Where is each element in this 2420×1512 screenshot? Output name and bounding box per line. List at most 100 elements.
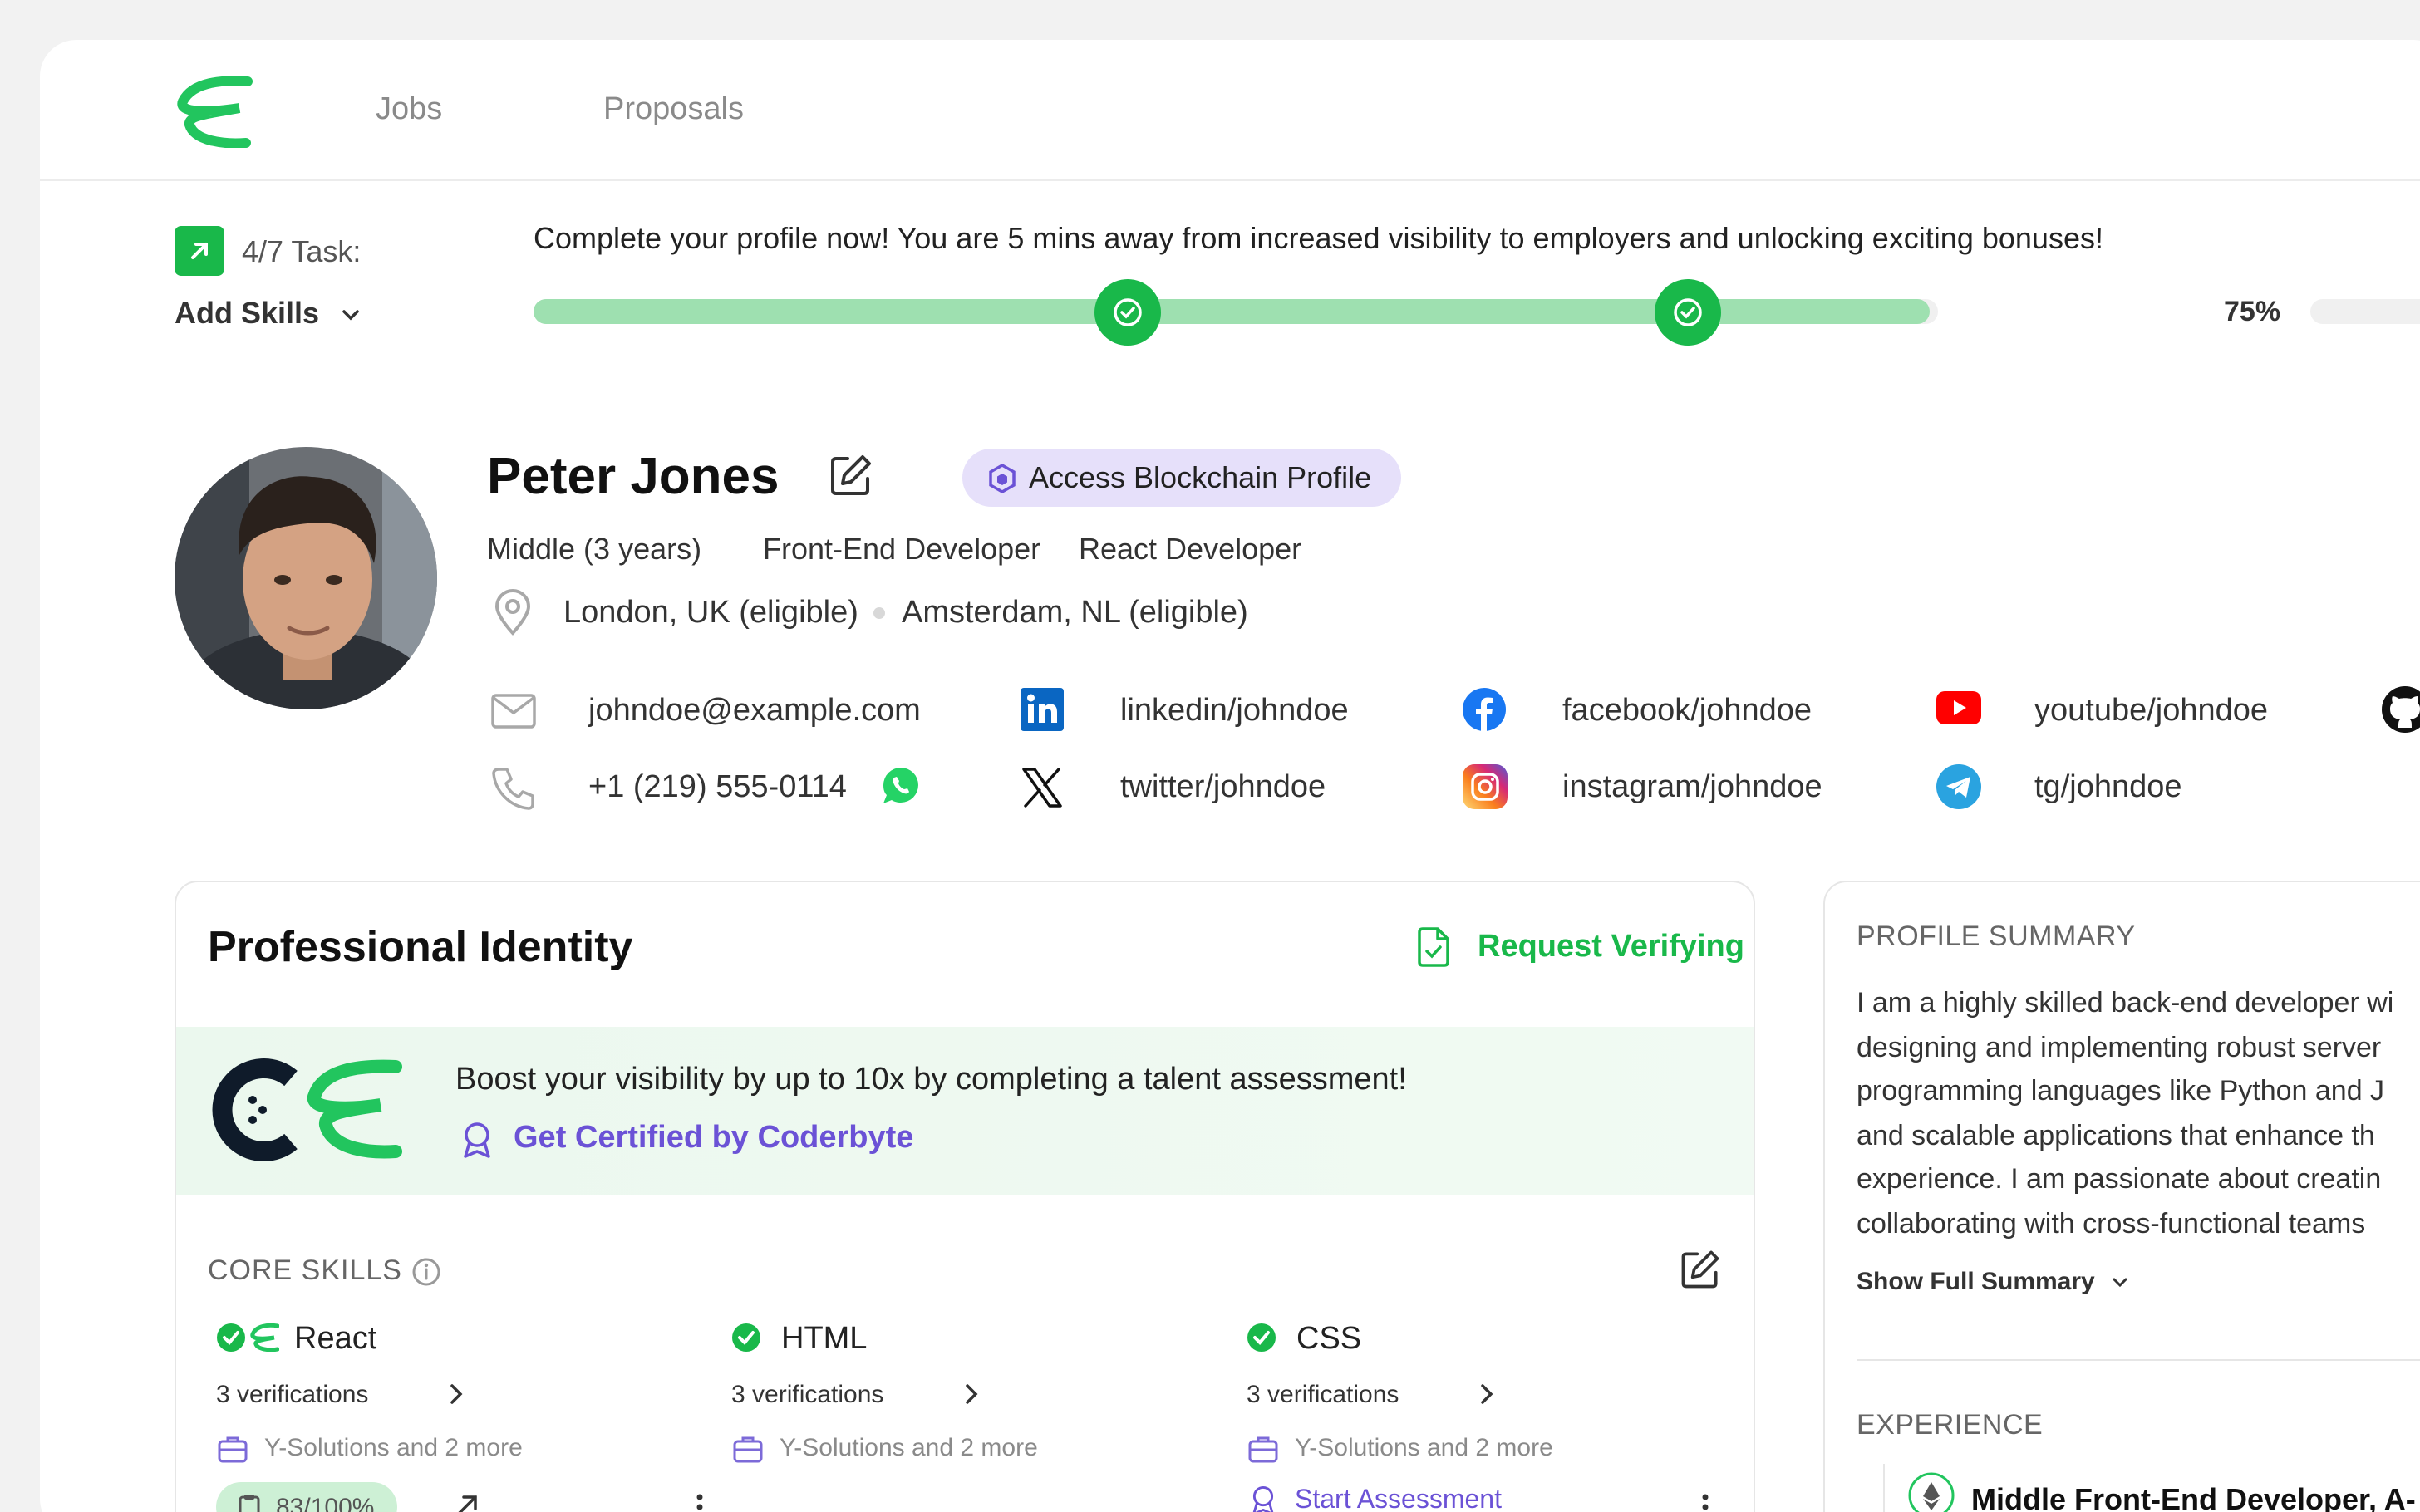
skill-verifications-link[interactable]: 3 verifications — [1247, 1381, 1399, 1409]
avatar[interactable] — [175, 447, 437, 709]
progress-percent: 75% — [2224, 296, 2281, 327]
telegram-icon[interactable] — [1936, 764, 1981, 809]
verified-check-icon — [1247, 1323, 1276, 1352]
briefcase-icon — [218, 1436, 248, 1463]
summary-text-line: designing and implementing robust server — [1857, 1032, 2382, 1063]
skill-companies: Y-Solutions and 2 more — [780, 1434, 1038, 1461]
chevron-right-icon — [966, 1384, 978, 1404]
clipboard-icon — [239, 1495, 260, 1512]
twitter-link[interactable]: twitter/johndoe — [1120, 769, 1326, 805]
email-link[interactable]: johndoe@example.com — [588, 693, 921, 729]
experience-label: EXPERIENCE — [1857, 1409, 2044, 1441]
top-navbar: Jobs Proposals — [40, 40, 2420, 181]
profile-name: Peter Jones — [487, 448, 780, 505]
profile-summary-label: PROFILE SUMMARY — [1857, 920, 2136, 952]
profile-summary-card: PROFILE SUMMARY I am a highly skilled ba… — [1823, 881, 2420, 1512]
phone-icon — [492, 768, 534, 810]
linkedin-icon[interactable] — [1021, 688, 1064, 731]
skill-companies: Y-Solutions and 2 more — [1295, 1434, 1553, 1461]
card-title: Professional Identity — [208, 923, 633, 971]
location-pin-icon — [494, 589, 531, 636]
timeline-line — [1883, 1464, 1885, 1512]
skill-name: HTML — [781, 1321, 868, 1356]
separator-dot — [873, 607, 885, 619]
skill-verifications-link[interactable]: 3 verifications — [731, 1381, 883, 1409]
task-arrow-icon[interactable] — [175, 226, 224, 276]
skill-verifications-link[interactable]: 3 verifications — [216, 1381, 368, 1409]
facebook-icon[interactable] — [1463, 688, 1506, 731]
core-skills-label: CORE SKILLS — [208, 1254, 402, 1286]
location-item: Amsterdam, NL (eligible) — [902, 595, 1248, 630]
email-icon — [491, 694, 536, 729]
more-options-icon[interactable] — [1697, 1489, 1714, 1512]
skill-companies: Y-Solutions and 2 more — [264, 1434, 523, 1461]
chevron-right-icon — [450, 1384, 463, 1404]
experience-level: Middle (3 years) — [487, 532, 702, 566]
role-tag: React Developer — [1079, 532, 1302, 566]
chevron-right-icon — [1481, 1384, 1493, 1404]
instagram-icon[interactable] — [1463, 764, 1508, 809]
summary-text-line: I am a highly skilled back-end developer… — [1857, 987, 2394, 1019]
phone-link[interactable]: +1 (219) 555-0114 — [588, 769, 847, 805]
divider — [1857, 1359, 2420, 1361]
instagram-link[interactable]: instagram/johndoe — [1562, 769, 1822, 805]
summary-text-line: and scalable applications that enhance t… — [1857, 1120, 2375, 1151]
role-tag: Front-End Developer — [763, 532, 1041, 566]
verified-check-icon — [732, 1323, 760, 1352]
start-assessment-link[interactable]: Start Assessment — [1295, 1484, 1502, 1512]
show-full-summary-button[interactable]: Show Full Summary — [1857, 1268, 2130, 1296]
ethereum-company-icon — [1908, 1472, 1955, 1512]
professional-identity-card: Professional Identity Request Verifying … — [175, 881, 1755, 1512]
assessment-score: 83/100% — [276, 1494, 375, 1512]
skill-name: React — [294, 1321, 377, 1356]
whatsapp-icon[interactable] — [879, 764, 922, 808]
linkedin-link[interactable]: linkedin/johndoe — [1120, 693, 1349, 729]
x-twitter-icon[interactable] — [1021, 766, 1064, 809]
github-icon[interactable] — [2380, 685, 2420, 734]
milestone-check-icon — [1094, 279, 1161, 346]
assessment-score-badge: 83/100% — [216, 1482, 397, 1512]
coderbyte-logo-icon — [212, 1058, 402, 1161]
summary-text-line: collaborating with cross-functional team… — [1857, 1208, 2366, 1240]
assessment-message: Boost your visibility by up to 10x by co… — [455, 1062, 1407, 1097]
task-dropdown[interactable]: Add Skills — [175, 296, 362, 331]
summary-text-line: programming languages like Python and J — [1857, 1075, 2385, 1107]
award-icon — [464, 1122, 490, 1158]
brand-logo-icon[interactable] — [173, 76, 253, 148]
youtube-link[interactable]: youtube/johndoe — [2034, 693, 2268, 729]
edit-profile-icon[interactable] — [826, 450, 876, 500]
task-counter: 4/7 Task: — [242, 234, 362, 268]
summary-text-line: experience. I am passionate about creati… — [1857, 1163, 2382, 1195]
blockchain-icon — [989, 463, 1016, 494]
blockchain-profile-label: Access Blockchain Profile — [1029, 460, 1372, 494]
external-link-icon[interactable] — [450, 1489, 484, 1512]
progress-message: Complete your profile now! You are 5 min… — [534, 221, 2103, 255]
youtube-icon[interactable] — [1936, 691, 1981, 724]
get-certified-link[interactable]: Get Certified by Coderbyte — [514, 1120, 913, 1156]
nav-proposals-link[interactable]: Proposals — [603, 91, 744, 127]
app-window: Jobs Proposals 4/7 Task: Add Skills Comp… — [40, 40, 2420, 1512]
award-icon — [1252, 1486, 1274, 1512]
file-check-icon — [1418, 927, 1449, 967]
blockchain-profile-button[interactable]: Access Blockchain Profile — [962, 449, 1401, 507]
telegram-link[interactable]: tg/johndoe — [2034, 769, 2182, 805]
task-current-label: Add Skills — [175, 296, 320, 330]
brand-logo-icon — [250, 1323, 279, 1352]
more-options-icon[interactable] — [691, 1489, 708, 1512]
verified-check-icon — [217, 1323, 245, 1352]
briefcase-icon — [733, 1436, 763, 1463]
briefcase-icon — [1248, 1436, 1278, 1463]
nav-jobs-link[interactable]: Jobs — [376, 91, 442, 127]
facebook-link[interactable]: facebook/johndoe — [1562, 693, 1812, 729]
show-full-summary-label: Show Full Summary — [1857, 1268, 2095, 1295]
request-verifying-label: Request Verifying — [1478, 929, 1744, 964]
location-item: London, UK (eligible) — [563, 595, 858, 630]
experience-title: Middle Front-End Developer, A- — [1971, 1482, 2416, 1512]
progress-track-tail — [2310, 299, 2420, 324]
info-icon[interactable] — [411, 1256, 442, 1288]
assessment-banner: Boost your visibility by up to 10x by co… — [176, 1027, 1754, 1195]
chevron-down-icon — [342, 310, 359, 321]
edit-skills-icon[interactable] — [1677, 1246, 1724, 1293]
chevron-down-icon — [2113, 1278, 2127, 1288]
skill-name: CSS — [1296, 1321, 1362, 1356]
